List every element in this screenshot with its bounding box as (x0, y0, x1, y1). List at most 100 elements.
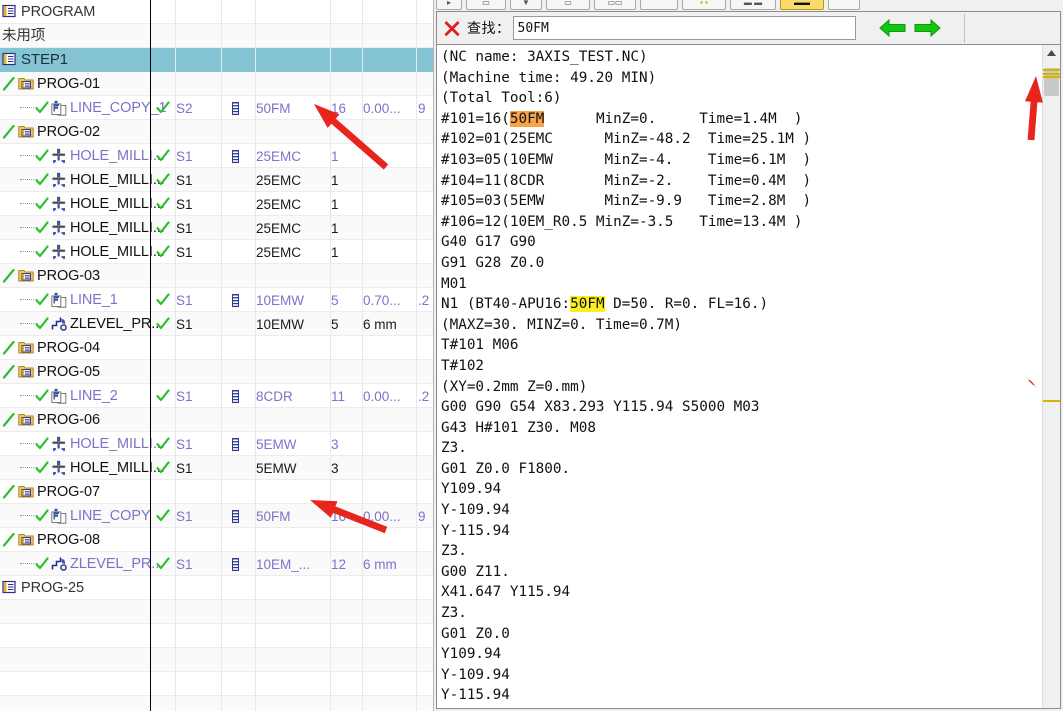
tree-node-op[interactable]: HOLE_MILLI... (0, 240, 170, 264)
table-row[interactable]: HOLE_MILLI... S1 5EMW 3 (0, 432, 434, 456)
toolbar-button-2[interactable]: ▭ (466, 0, 506, 10)
table-row-empty[interactable] (0, 624, 434, 648)
table-row[interactable]: LINE_1 S1 10EMW 5 0.70... .2 (0, 288, 434, 312)
table-row[interactable]: HOLE_MILLI... S1 25EMC 1 (0, 192, 434, 216)
arrow-left-icon[interactable] (876, 13, 910, 43)
table-row[interactable]: PROG-01 (0, 72, 434, 96)
folder-program-icon (18, 76, 34, 92)
enabled-check-icon[interactable] (2, 341, 16, 355)
toolbar-strip[interactable]: ▸ ▭ ▼ ▭ ▭▭ ▪ ▪ ▬ ▬ ▬▬ (434, 0, 1063, 11)
toolbar-button-7[interactable]: ▪ ▪ (682, 0, 726, 10)
table-row[interactable]: STEP1 (0, 48, 434, 72)
toolbar-button-4[interactable]: ▭ (546, 0, 590, 10)
enabled-check-icon[interactable] (35, 197, 49, 211)
tree-node-op[interactable]: HOLE_MILLI... (0, 168, 170, 192)
nc-code-text-area[interactable]: (NC name: 3AXIS_TEST.NC) (Machine time: 4… (436, 44, 1061, 709)
table-row[interactable]: PROG-25 (0, 576, 434, 600)
enabled-check-icon[interactable] (35, 389, 49, 403)
table-row[interactable]: LINE_2 S1 8CDR 11 0.00... .2 (0, 384, 434, 408)
table-row[interactable]: PROG-02 (0, 120, 434, 144)
tree-node-root[interactable]: PROG-25 (0, 576, 152, 600)
table-row[interactable]: ZLEVEL_PR... S1 10EM_... 12 6 mm (0, 552, 434, 576)
tree-node-op[interactable]: HOLE_MILLI... (0, 144, 170, 168)
table-row-empty[interactable] (0, 600, 434, 624)
enabled-check-icon[interactable] (2, 77, 16, 91)
table-row[interactable]: HOLE_MILLI... S1 5EMW 3 (0, 456, 434, 480)
tree-node-op[interactable]: ZLEVEL_PR... (0, 552, 170, 576)
enabled-check-icon[interactable] (35, 149, 49, 163)
tree-node-op[interactable]: HOLE_MILLI... (0, 432, 170, 456)
scroll-up-arrow-icon[interactable] (1043, 45, 1060, 62)
tree-node-prog[interactable]: PROG-03 (0, 264, 152, 288)
enabled-check-icon[interactable] (35, 557, 49, 571)
tree-node-op[interactable]: LINE_COPY (0, 504, 170, 528)
folder-program-icon (18, 412, 34, 428)
setup-cell: S1 (176, 388, 193, 404)
operation-tree-rows[interactable]: PROGRAM 未用项 STEP1 PROG-01 LINE_COPY_1 S2 50FM 1… (0, 0, 434, 711)
tree-node-root[interactable]: PROGRAM (0, 0, 152, 24)
table-row[interactable]: LINE_COPY S1 50FM 16 0.00... 9 (0, 504, 434, 528)
enabled-check-icon[interactable] (35, 173, 49, 187)
tree-node-op[interactable]: HOLE_MILLI... (0, 456, 170, 480)
tree-node-op[interactable]: ZLEVEL_PR... (0, 312, 170, 336)
table-row-empty[interactable] (0, 696, 434, 711)
tree-node-group[interactable]: 未用项 (0, 24, 152, 48)
tree-node-op[interactable]: HOLE_MILLI... (0, 216, 170, 240)
table-row[interactable]: HOLE_MILLI... S1 25EMC 1 (0, 144, 434, 168)
tree-node-op[interactable]: LINE_COPY_1 (0, 96, 170, 120)
enabled-check-icon[interactable] (2, 413, 16, 427)
table-row[interactable]: HOLE_MILLI... S1 25EMC 1 (0, 240, 434, 264)
toolbar-button-6[interactable] (640, 0, 678, 10)
tree-node-prog[interactable]: PROG-01 (0, 72, 152, 96)
enabled-check-icon[interactable] (2, 485, 16, 499)
tree-node-op[interactable]: LINE_2 (0, 384, 170, 408)
table-row[interactable]: HOLE_MILLI... S1 25EMC 1 (0, 216, 434, 240)
table-row[interactable]: HOLE_MILLI... S1 25EMC 1 (0, 168, 434, 192)
table-row[interactable]: PROG-05 (0, 360, 434, 384)
vertical-scrollbar[interactable] (1042, 45, 1060, 708)
table-row[interactable]: 未用项 (0, 24, 434, 48)
tree-node-prog[interactable]: PROG-04 (0, 336, 152, 360)
enabled-check-icon[interactable] (2, 533, 16, 547)
toolbar-button-highlight[interactable]: ▬▬ (780, 0, 824, 10)
toolbar-button-8[interactable]: ▬ ▬ (730, 0, 776, 10)
enabled-check-icon[interactable] (2, 125, 16, 139)
toolbar-button-3[interactable]: ▼ (510, 0, 542, 10)
tree-node-prog[interactable]: PROG-06 (0, 408, 152, 432)
toolbar-button-10[interactable] (828, 0, 860, 10)
find-input[interactable] (512, 16, 856, 40)
table-row[interactable]: PROGRAM (0, 0, 434, 24)
arrow-right-icon[interactable] (910, 13, 944, 43)
enabled-check-icon[interactable] (35, 101, 49, 115)
tree-node-prog[interactable]: PROG-07 (0, 480, 152, 504)
enabled-check-icon[interactable] (35, 509, 49, 523)
tree-node-prog[interactable]: PROG-05 (0, 360, 152, 384)
enabled-check-icon[interactable] (2, 269, 16, 283)
table-row[interactable]: ZLEVEL_PR... S1 10EMW 5 6 mm (0, 312, 434, 336)
enabled-check-icon[interactable] (35, 245, 49, 259)
table-row[interactable]: PROG-06 (0, 408, 434, 432)
enabled-check-icon[interactable] (35, 317, 49, 331)
table-row[interactable]: PROG-08 (0, 528, 434, 552)
close-x-icon[interactable] (437, 13, 467, 43)
toolbar-button-1[interactable]: ▸ (436, 0, 462, 10)
tree-node-prog[interactable]: PROG-02 (0, 120, 152, 144)
table-row-empty[interactable] (0, 672, 434, 696)
enabled-check-icon[interactable] (35, 221, 49, 235)
find-bar[interactable]: 查找： (436, 11, 1061, 44)
table-row[interactable]: PROG-04 (0, 336, 434, 360)
table-row[interactable]: PROG-03 (0, 264, 434, 288)
tree-node-step[interactable]: STEP1 (0, 48, 152, 72)
enabled-check-icon[interactable] (35, 437, 49, 451)
enabled-check-icon[interactable] (2, 365, 16, 379)
enabled-check-icon[interactable] (35, 461, 49, 475)
table-row[interactable]: PROG-07 (0, 480, 434, 504)
table-row[interactable]: LINE_COPY_1 S2 50FM 16 0.00... 9 (0, 96, 434, 120)
tree-node-op[interactable]: LINE_1 (0, 288, 170, 312)
tree-node-op[interactable]: HOLE_MILLI... (0, 192, 170, 216)
enabled-check-icon[interactable] (35, 293, 49, 307)
toolbar-button-5[interactable]: ▭▭ (594, 0, 636, 10)
table-row-empty[interactable] (0, 648, 434, 672)
operation-tree-panel[interactable]: PROGRAM 未用项 STEP1 PROG-01 LINE_COPY_1 S2 50FM 1… (0, 0, 434, 711)
tree-node-prog[interactable]: PROG-08 (0, 528, 152, 552)
